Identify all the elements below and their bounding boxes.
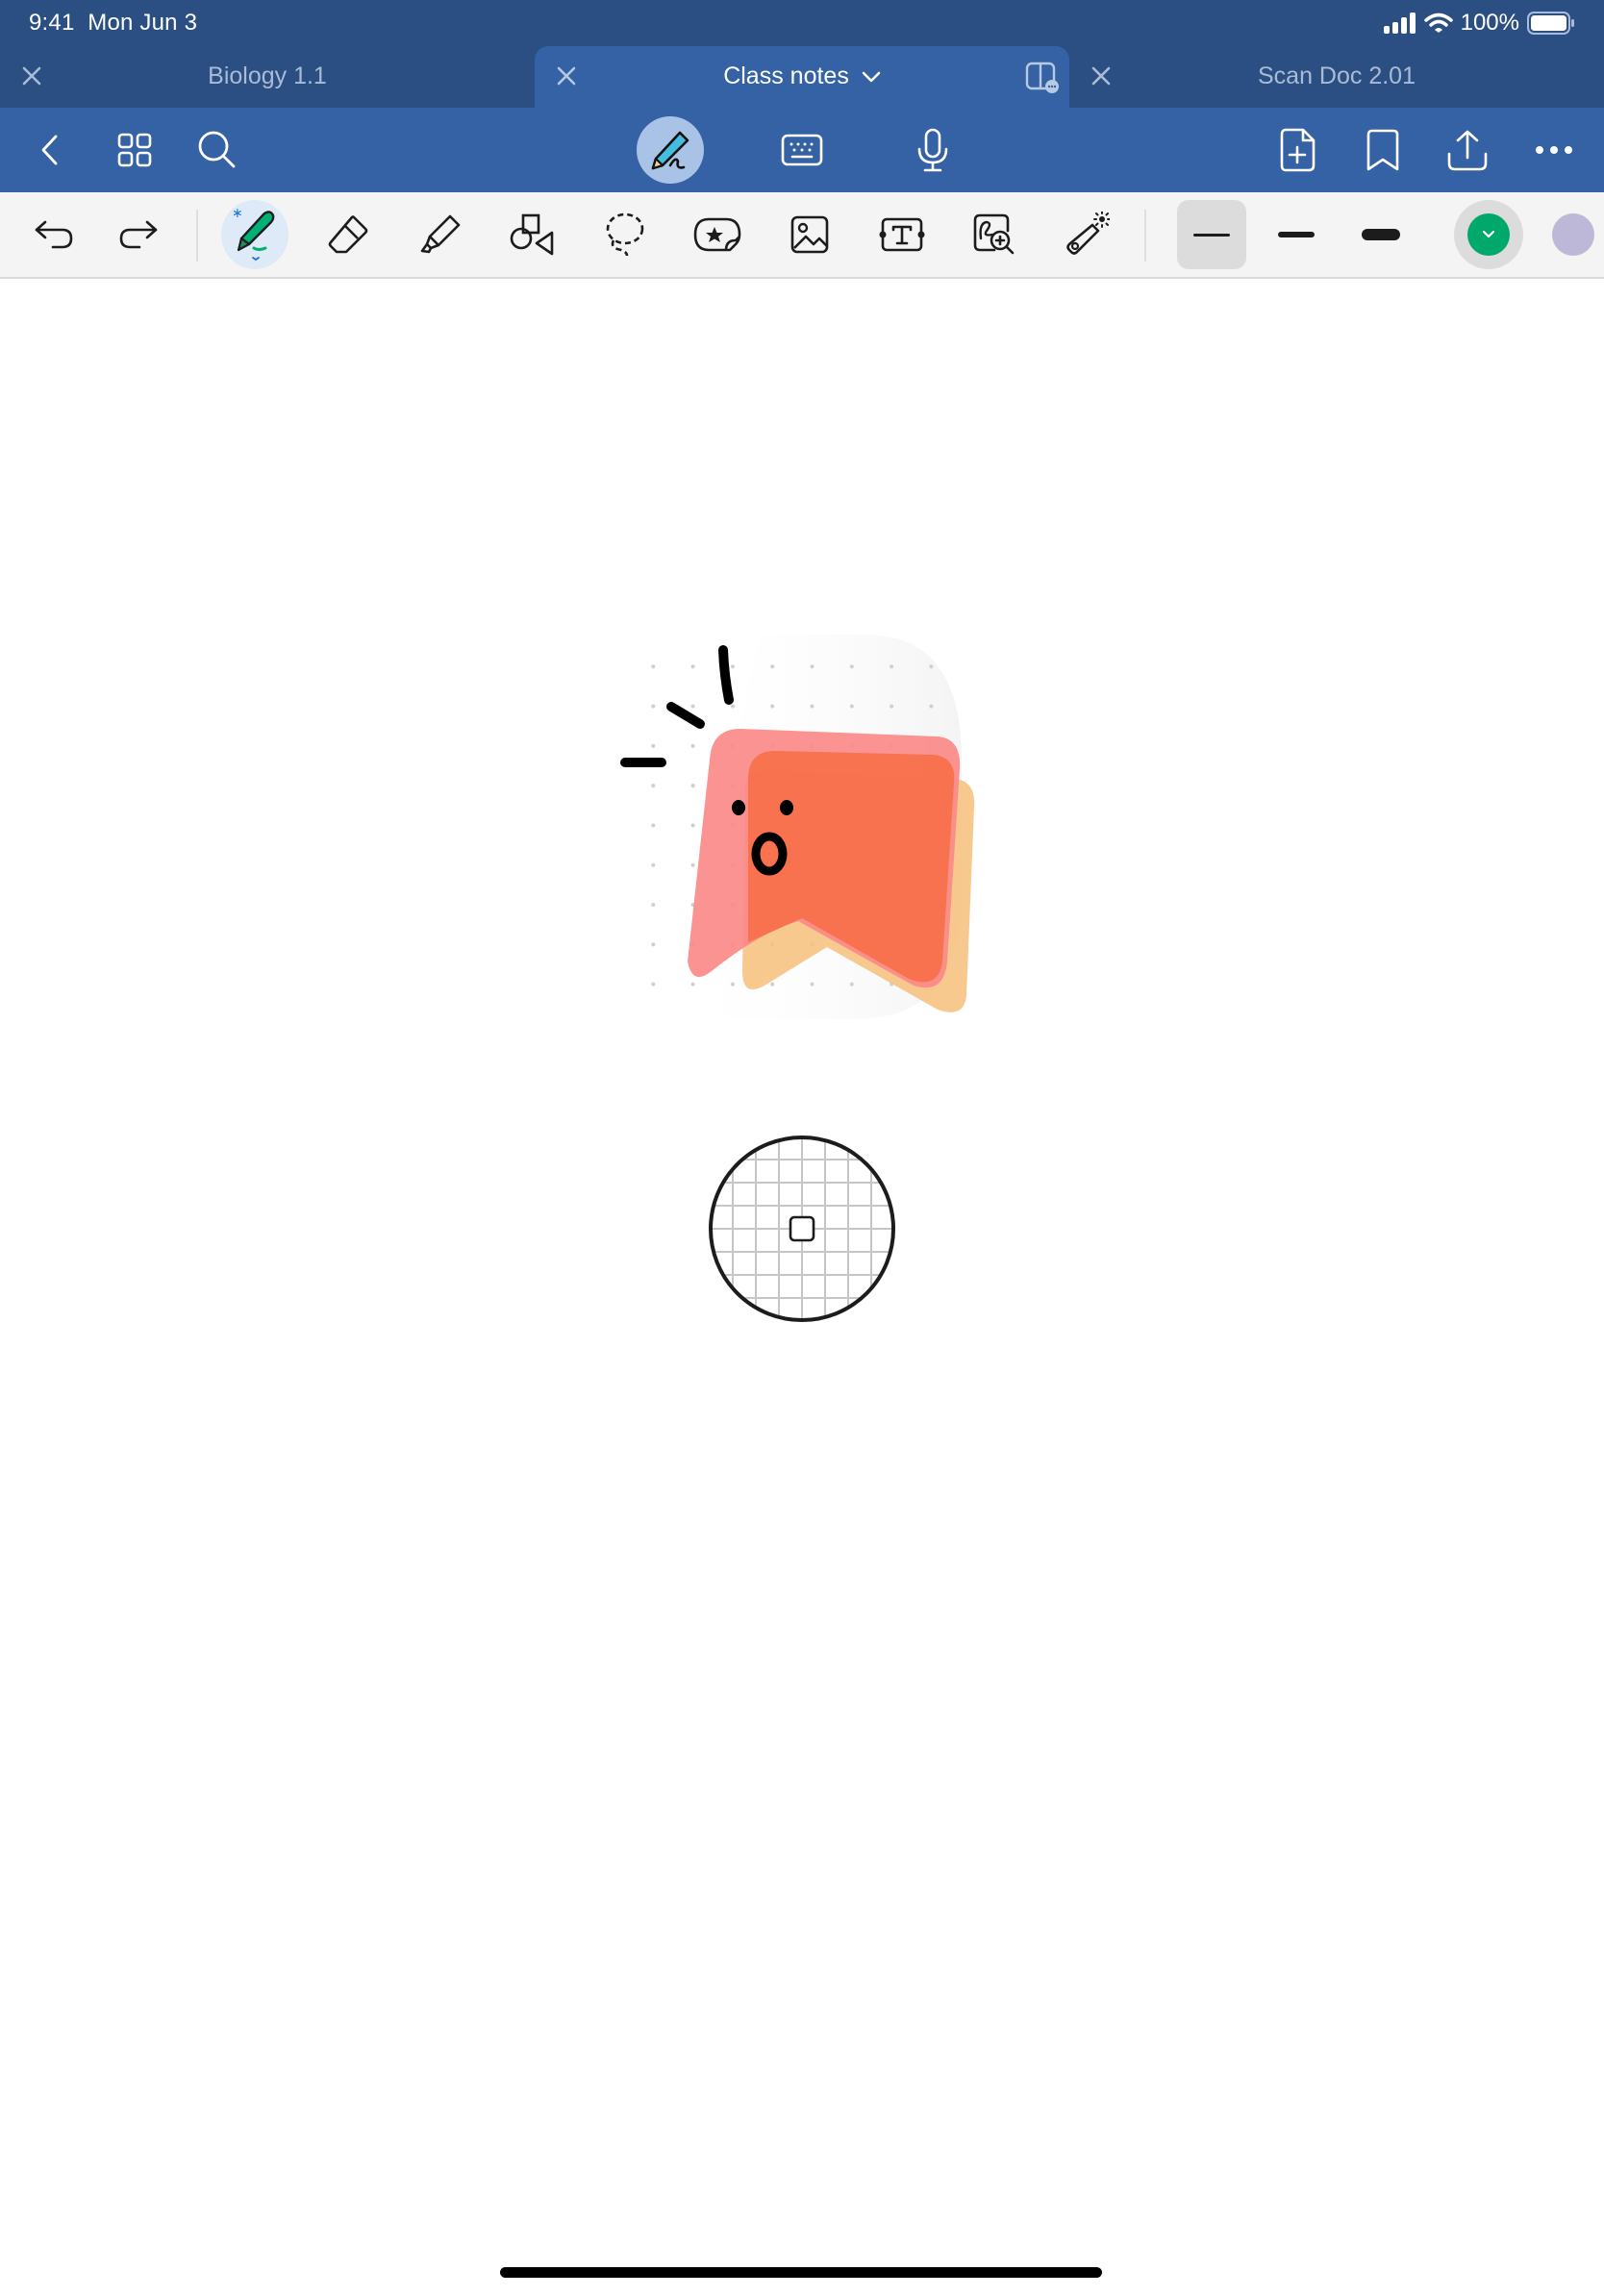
keyboard-mode-icon	[781, 134, 823, 166]
chevron-down-icon	[862, 70, 881, 84]
highlighter-icon	[419, 213, 462, 256]
cellular-signal-icon	[1383, 12, 1416, 34]
more-options-button[interactable]	[1525, 121, 1583, 179]
pen-icon: ∗	[228, 204, 282, 265]
image-tool[interactable]	[779, 204, 840, 265]
lasso-tool[interactable]	[594, 204, 656, 265]
magnifier-loupe[interactable]	[708, 1135, 896, 1323]
status-bar: 9:41 Mon Jun 3 100%	[0, 0, 1604, 46]
svg-text:∗: ∗	[232, 206, 243, 221]
eraser-icon	[327, 213, 369, 256]
shapes-icon	[510, 213, 556, 256]
clock: 9:41	[29, 10, 75, 36]
selected-color-swatch[interactable]	[1454, 200, 1523, 269]
sticker-icon	[693, 215, 741, 254]
tab-title: Biology 1.1	[208, 62, 327, 89]
add-page-button[interactable]	[1269, 121, 1327, 179]
keyboard-mode-button[interactable]	[773, 121, 831, 179]
toolbar-divider	[196, 210, 198, 262]
color-green	[1467, 213, 1510, 256]
drawing-toolbar: ∗	[0, 192, 1604, 279]
tab-class-notes[interactable]: Class notes	[535, 46, 1069, 108]
pen-tool[interactable]: ∗	[221, 200, 288, 269]
home-indicator[interactable]	[500, 2267, 1102, 2278]
search-icon	[197, 130, 238, 170]
wifi-icon	[1423, 12, 1453, 34]
stroke-width-thin[interactable]	[1177, 200, 1246, 269]
search-button[interactable]	[188, 121, 246, 179]
stroke-width-medium[interactable]	[1262, 200, 1331, 269]
image-icon	[790, 215, 829, 254]
grid-view-icon	[117, 133, 152, 167]
back-button[interactable]	[21, 121, 79, 179]
redo-button[interactable]	[108, 204, 169, 265]
text-box-tool[interactable]	[871, 204, 933, 265]
battery-percentage: 100%	[1460, 10, 1519, 36]
voice-input-button[interactable]	[904, 121, 962, 179]
loupe-center-marker	[789, 1215, 815, 1242]
toolbar-divider	[1144, 210, 1146, 262]
date: Mon Jun 3	[88, 10, 198, 36]
redo-icon	[118, 219, 159, 250]
status-time: 9:41 Mon Jun 3	[29, 10, 197, 37]
microphone-icon	[916, 128, 949, 172]
color-swatch-lavender[interactable]	[1552, 213, 1594, 256]
shapes-tool[interactable]	[502, 204, 564, 265]
tab-scan-doc[interactable]: Scan Doc 2.01	[1069, 46, 1604, 108]
battery-icon	[1527, 12, 1575, 35]
bookmark-icon	[1366, 129, 1399, 171]
undo-button[interactable]	[23, 204, 85, 265]
tab-biology[interactable]: Biology 1.1	[0, 46, 535, 108]
text-box-icon	[879, 217, 925, 252]
laser-pointer-icon	[1064, 212, 1110, 258]
laser-pointer-tool[interactable]	[1056, 204, 1117, 265]
undo-icon	[34, 219, 74, 250]
tab-bar: Biology 1.1 Class notes Scan Doc 2.01	[0, 46, 1604, 108]
handwriting-mode-button[interactable]	[637, 116, 704, 184]
tab-title[interactable]: Class notes	[535, 62, 1069, 90]
more-icon	[1535, 145, 1573, 155]
surprised-bookmark-sticker[interactable]	[596, 615, 981, 1038]
status-indicators: 100%	[1383, 10, 1575, 37]
stroke-width-thick[interactable]	[1346, 200, 1416, 269]
share-button[interactable]	[1439, 121, 1496, 179]
lasso-icon	[604, 212, 646, 258]
highlighter-tool[interactable]	[410, 204, 471, 265]
split-view-icon[interactable]	[1025, 62, 1060, 94]
grid-view-button[interactable]	[106, 121, 163, 179]
back-icon	[38, 133, 62, 167]
zoom-window-icon	[973, 213, 1015, 256]
tab-title: Scan Doc 2.01	[1258, 62, 1416, 89]
tab-title-text: Class notes	[723, 62, 849, 89]
handwriting-mode-icon	[647, 127, 693, 173]
add-page-icon	[1280, 128, 1316, 172]
sticker-tool[interactable]	[687, 204, 748, 265]
eraser-tool[interactable]	[317, 204, 379, 265]
chevron-down-icon	[1482, 230, 1495, 239]
bookmark-button[interactable]	[1354, 121, 1412, 179]
document-toolbar	[0, 108, 1604, 192]
zoom-window-tool[interactable]	[964, 204, 1025, 265]
share-icon	[1447, 129, 1488, 171]
